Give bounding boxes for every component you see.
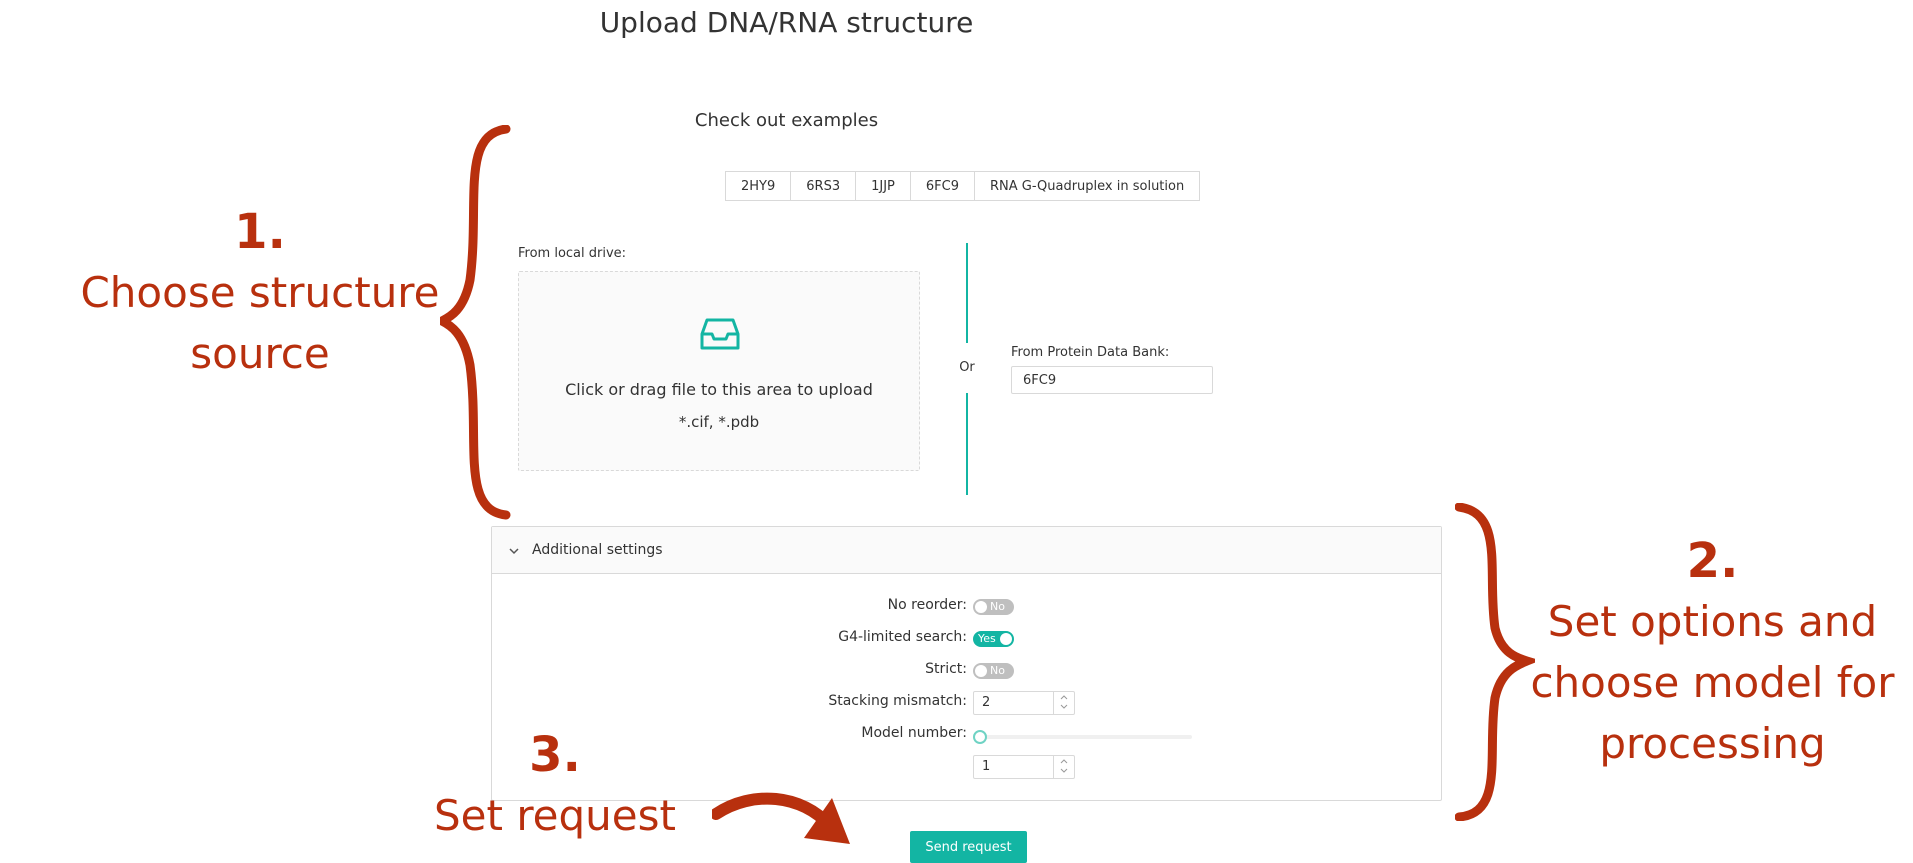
additional-settings-title: Additional settings	[532, 542, 663, 558]
example-button-6rs3[interactable]: 6RS3	[790, 171, 857, 201]
arrow-annotation	[712, 792, 850, 844]
model-number-label: Model number:	[861, 725, 967, 741]
chevron-up-icon[interactable]	[1060, 693, 1068, 701]
no-reorder-switch[interactable]: No	[973, 599, 1014, 615]
step2-annotation: 2. Set options and choose model for proc…	[1520, 531, 1905, 774]
send-request-button[interactable]: Send request	[910, 831, 1027, 863]
page-title: Upload DNA/RNA structure	[599, 6, 974, 39]
stacking-mismatch-label: Stacking mismatch:	[828, 693, 967, 709]
example-buttons: 2HY9 6RS3 1JJP 6FC9 RNA G-Quadruplex in …	[725, 171, 1201, 201]
number-stepper[interactable]	[1053, 756, 1074, 778]
chevron-down-icon	[509, 548, 519, 555]
inbox-icon	[700, 318, 740, 350]
example-button-1jjp[interactable]: 1JJP	[855, 171, 911, 201]
chevron-down-icon[interactable]	[1060, 703, 1068, 711]
strict-label: Strict:	[925, 661, 967, 677]
model-number-value: 1	[982, 759, 991, 774]
strict-switch[interactable]: No	[973, 663, 1014, 679]
stacking-mismatch-input[interactable]: 2	[973, 691, 1075, 715]
chevron-up-icon[interactable]	[1060, 757, 1068, 765]
step2-number: 2.	[1686, 533, 1739, 589]
switch-state: No	[990, 600, 1005, 613]
or-label: Or	[959, 360, 975, 375]
stacking-mismatch-value: 2	[982, 695, 991, 710]
g4-limited-switch[interactable]: Yes	[973, 631, 1014, 647]
switch-knob	[975, 601, 987, 613]
divider-top	[966, 243, 968, 343]
switch-state: Yes	[978, 632, 996, 645]
example-button-2hy9[interactable]: 2HY9	[725, 171, 792, 201]
dropzone-text: Click or drag file to this area to uploa…	[565, 380, 873, 399]
switch-knob	[975, 665, 987, 677]
number-stepper[interactable]	[1053, 692, 1074, 714]
step2-line-1: Set options and	[1547, 597, 1878, 646]
no-reorder-label: No reorder:	[887, 597, 967, 613]
divider-bottom	[966, 393, 968, 495]
step2-line-3: processing	[1599, 719, 1826, 768]
local-drive-label: From local drive:	[518, 246, 627, 261]
upload-dropzone[interactable]: Click or drag file to this area to uploa…	[518, 271, 920, 471]
step1-line-1: Choose structure	[80, 268, 440, 317]
step3-annotation: 3. Set request	[420, 725, 690, 846]
pdb-label: From Protein Data Bank:	[1011, 345, 1170, 360]
step3-number: 3.	[529, 727, 581, 783]
pdb-id-input[interactable]	[1011, 366, 1213, 394]
model-number-slider-handle[interactable]	[973, 730, 987, 744]
additional-settings-header[interactable]: Additional settings	[492, 527, 1441, 574]
switch-knob	[1000, 633, 1012, 645]
step2-line-2: choose model for	[1530, 658, 1895, 707]
model-number-input[interactable]: 1	[973, 755, 1075, 779]
switch-state: No	[990, 664, 1005, 677]
model-number-slider-track[interactable]	[980, 735, 1192, 739]
g4-limited-label: G4-limited search:	[838, 629, 967, 645]
dropzone-hint: *.cif, *.pdb	[678, 413, 760, 431]
step1-number: 1.	[234, 204, 286, 260]
example-button-6fc9[interactable]: 6FC9	[909, 171, 975, 201]
chevron-down-icon[interactable]	[1060, 767, 1068, 775]
example-button-rna-g-quadruplex[interactable]: RNA G-Quadruplex in solution	[973, 171, 1201, 201]
step1-line-2: source	[190, 329, 330, 378]
step3-line-1: Set request	[434, 791, 676, 840]
examples-title: Check out examples	[694, 110, 879, 131]
step1-annotation: 1. Choose structure source	[70, 202, 450, 384]
brace-left-annotation	[440, 125, 511, 520]
